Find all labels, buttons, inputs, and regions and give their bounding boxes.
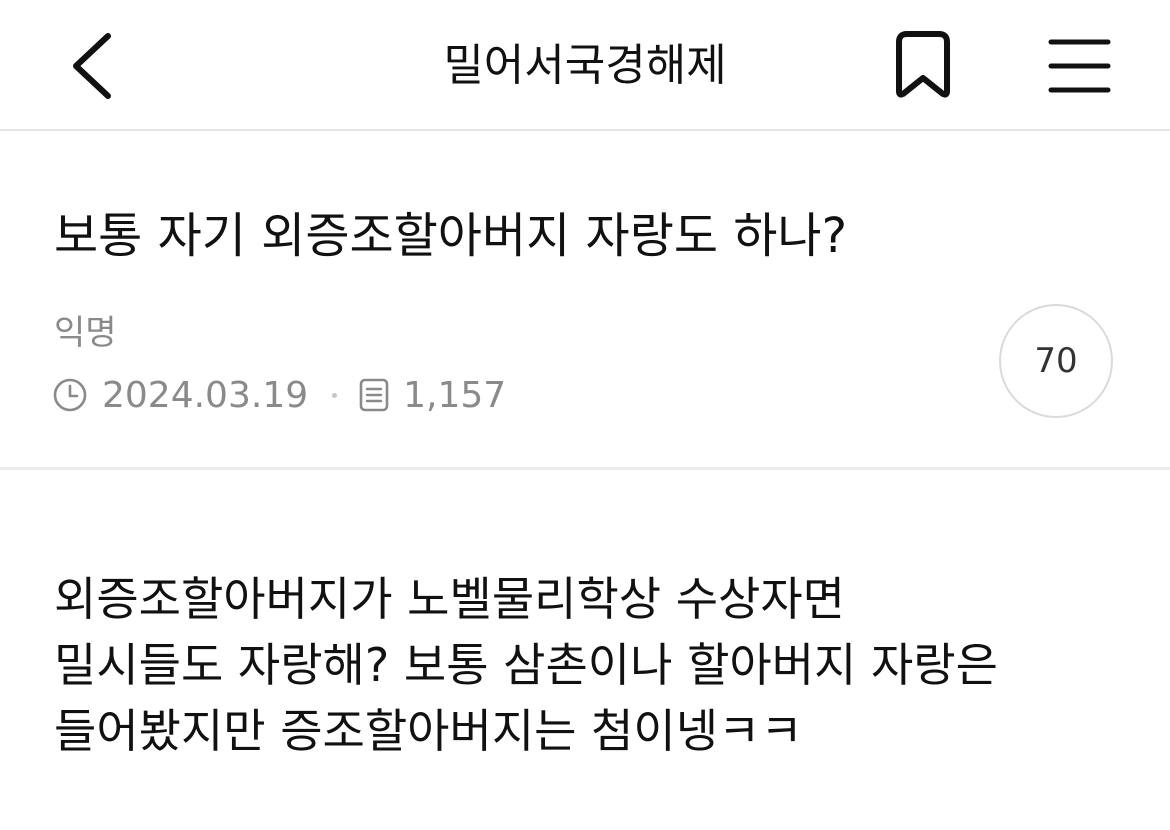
chevron-left-icon: [73, 33, 111, 99]
top-navigation-bar: 밀어서국경해제: [0, 0, 1170, 131]
bookmark-icon: [896, 31, 950, 98]
post-body-line: 외증조할아버지가 노벨물리학상 수상자면: [54, 572, 846, 626]
hamburger-menu-icon: [1048, 39, 1111, 93]
meta-separator: [332, 392, 338, 398]
view-count: 1,157: [403, 374, 507, 416]
back-button[interactable]: [58, 28, 128, 104]
menu-button[interactable]: [1044, 32, 1116, 98]
post-meta: 2024.03.19 1,157: [52, 373, 506, 417]
clock-icon: [53, 378, 87, 412]
comment-count: 70: [1034, 341, 1078, 381]
post-title: 보통 자기 외증조할아버지 자랑도 하나?: [54, 208, 848, 264]
post-author: 익명: [54, 313, 117, 353]
post-body: 외증조할아버지가 노벨물리학상 수상자면 밀시들도 자랑해? 보통 삼촌이나 할…: [54, 566, 1134, 764]
document-icon: [359, 378, 389, 412]
post-body-line: 들어봤지만 증조할아버지는 첨이넹ㅋㅋ: [54, 704, 803, 758]
bookmark-button[interactable]: [888, 28, 958, 104]
comment-count-button[interactable]: 70: [999, 304, 1113, 418]
board-title: 밀어서국경해제: [443, 40, 727, 91]
post-body-line: 밀시들도 자랑해? 보통 삼촌이나 할아버지 자랑은: [54, 638, 998, 692]
post-header: 보통 자기 외증조할아버지 자랑도 하나? 익명 2024.03.19 1,15…: [0, 131, 1170, 470]
post-date: 2024.03.19: [102, 374, 309, 416]
